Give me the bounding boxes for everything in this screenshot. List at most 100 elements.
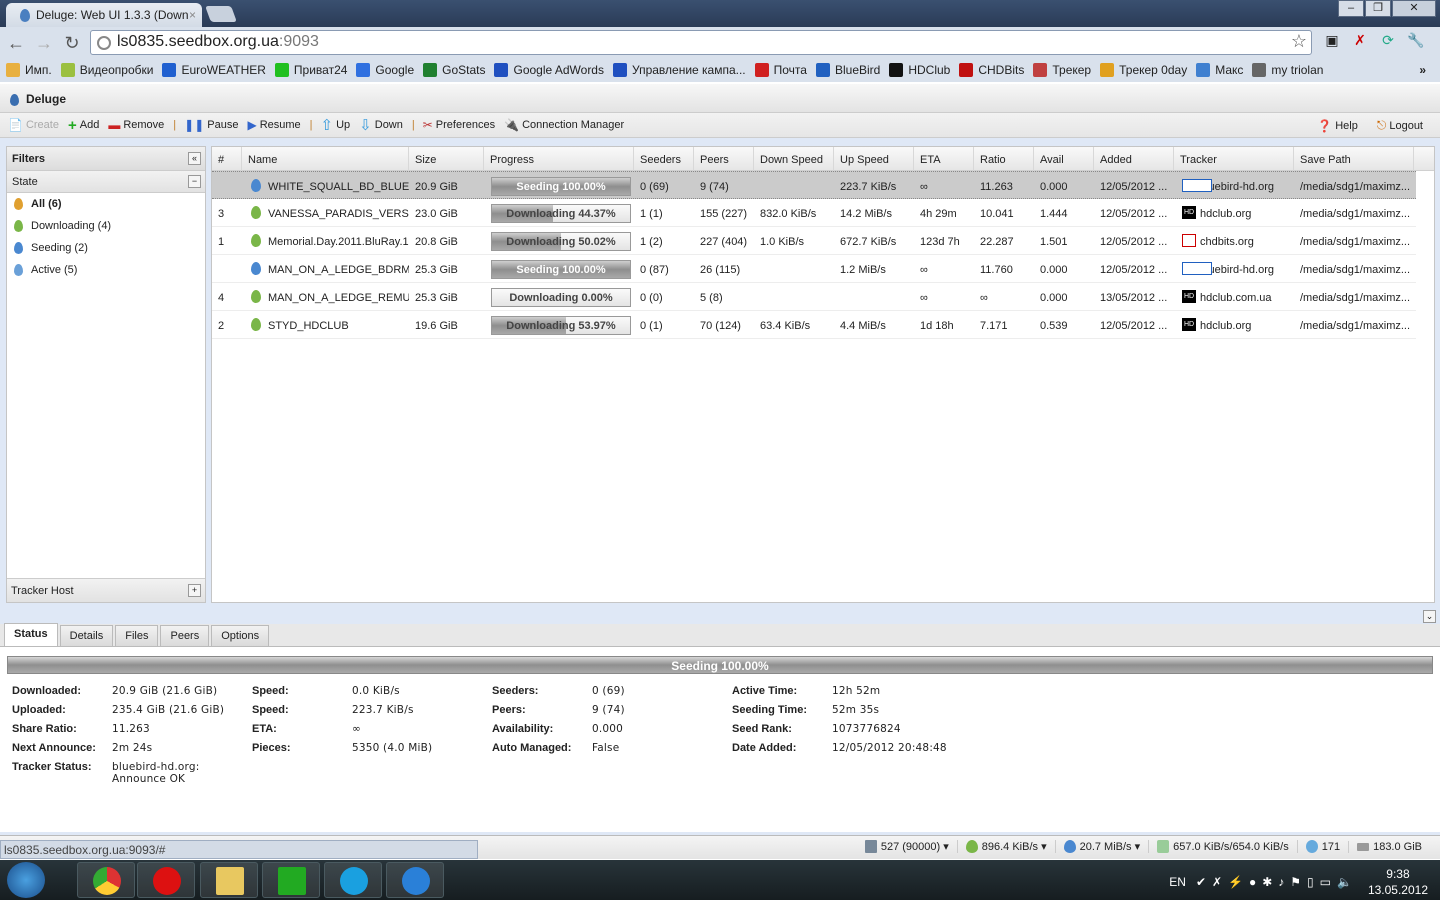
preferences-button[interactable]: ✂ Preferences — [423, 118, 495, 132]
details-tab-status[interactable]: Status — [4, 623, 58, 646]
new-tab-button[interactable] — [205, 6, 237, 22]
bookmark-item[interactable]: GoStats — [423, 63, 485, 77]
clock[interactable]: 9:38 13.05.2012 — [1368, 866, 1428, 898]
bookmark-item[interactable]: Макс — [1196, 63, 1243, 77]
column-header[interactable]: Up Speed — [834, 147, 914, 171]
more-bookmarks-icon[interactable]: » — [1419, 63, 1426, 77]
wrench-icon[interactable]: 🔧 — [1406, 32, 1426, 50]
address-bar[interactable]: ls0835.seedbox.org.ua:9093 ☆ — [90, 30, 1312, 55]
extension-icon[interactable]: ▣ — [1322, 32, 1342, 50]
start-button[interactable] — [7, 862, 45, 898]
collapse-state-button[interactable]: − — [188, 175, 201, 188]
add-button[interactable]: + Add — [68, 117, 99, 134]
extension-icon[interactable]: ✗ — [1350, 32, 1370, 50]
column-header[interactable]: # — [212, 147, 242, 171]
down-button[interactable]: ⇩ Down — [359, 116, 403, 134]
app-title: Deluge — [26, 92, 67, 106]
close-tab-icon[interactable]: × — [189, 8, 196, 22]
details-tab-details[interactable]: Details — [59, 625, 114, 646]
extension-icon[interactable]: ⟳ — [1378, 32, 1398, 50]
download-speed-status[interactable]: 896.4 KiB/s ▾ — [956, 840, 1055, 853]
taskbar-explorer[interactable] — [200, 862, 258, 898]
column-header[interactable]: Save Path — [1294, 147, 1414, 171]
column-header[interactable]: Added — [1094, 147, 1174, 171]
column-header[interactable]: Name — [242, 147, 409, 171]
tray-icons[interactable]: ✔✗⚡●✱♪⚑▯▭🔈 — [1196, 875, 1358, 889]
bookmark-item[interactable]: Имп. — [6, 63, 52, 77]
details-tab-options[interactable]: Options — [211, 625, 270, 646]
collapse-filters-button[interactable]: « — [188, 152, 201, 165]
bookmark-item[interactable]: Почта — [754, 63, 807, 77]
column-header[interactable]: Progress — [484, 147, 634, 171]
bookmark-item[interactable]: CHDBits — [959, 63, 1024, 77]
taskbar-skype[interactable] — [324, 862, 382, 898]
torrent-row[interactable]: WHITE_SQUALL_BD_BLUEBIRD 20.9 GiB 0 (69) 9 … — [212, 171, 1416, 199]
field-label: Peers: — [492, 704, 526, 716]
bookmark-item[interactable]: Управление кампа... — [612, 63, 746, 77]
minimize-button[interactable]: – — [1338, 0, 1364, 17]
browser-tab[interactable]: Deluge: Web UI 1.3.3 (Down × — [6, 3, 202, 27]
taskbar-chrome[interactable] — [77, 862, 135, 898]
column-header[interactable]: Peers — [694, 147, 754, 171]
filter-item[interactable]: Active (5) — [7, 259, 205, 281]
forward-icon[interactable]: → — [33, 33, 55, 54]
torrent-row[interactable]: MAN_ON_A_LEDGE_BDRMX_ 25.3 GiB 0 (87) 26 (1… — [212, 255, 1416, 283]
details-tab-peers[interactable]: Peers — [160, 625, 210, 646]
torrent-row[interactable]: 1 Memorial.Day.2011.BluRay.1080p 20.8 GiB 1… — [212, 227, 1416, 255]
cell-ratio: ∞ — [980, 292, 988, 304]
close-window-button[interactable]: ✕ — [1392, 0, 1436, 17]
field-value: Announce OK — [112, 773, 186, 785]
bookmark-item[interactable]: Google AdWords — [494, 63, 604, 77]
logout-button[interactable]: ⎋ Logout — [1377, 118, 1423, 133]
back-icon[interactable]: ← — [5, 33, 27, 54]
filter-item[interactable]: Seeding (2) — [7, 237, 205, 259]
details-splitter[interactable] — [0, 606, 1440, 625]
bookmark-label: Трекер 0day — [1119, 63, 1188, 77]
bookmark-item[interactable]: EuroWEATHER — [162, 63, 266, 77]
torrent-row[interactable]: 3 VANESSA_PARADIS_VERSAILLES 23.0 GiB 1 (1)… — [212, 199, 1416, 227]
up-button[interactable]: ⇧ Up — [321, 116, 351, 134]
bookmark-star-icon[interactable]: ☆ — [1291, 31, 1307, 52]
progress-text: Downloading 50.02% — [506, 236, 616, 248]
taskbar-utorrent[interactable] — [262, 862, 320, 898]
ie-icon — [402, 867, 430, 895]
column-header[interactable]: Avail — [1034, 147, 1094, 171]
maximize-button[interactable]: ❐ — [1365, 0, 1391, 17]
bookmark-item[interactable]: BlueBird — [815, 63, 880, 77]
reload-icon[interactable]: ↻ — [61, 33, 83, 54]
taskbar-opera[interactable] — [137, 862, 195, 898]
column-header[interactable]: Tracker — [1174, 147, 1294, 171]
taskbar-ie[interactable] — [386, 862, 444, 898]
bookmark-item[interactable]: Приват24 — [274, 63, 347, 77]
upload-speed-status[interactable]: 20.7 MiB/s ▾ — [1054, 840, 1149, 853]
field-value: 2m 24s — [112, 742, 153, 754]
remove-button[interactable]: ▬ Remove — [108, 118, 164, 132]
tracker-host-header[interactable]: Tracker Host + — [7, 578, 205, 602]
cell-tracker: hdclub.org — [1200, 320, 1252, 332]
resume-button[interactable]: ▶ Resume — [247, 118, 300, 132]
bookmark-item[interactable]: my triolan — [1252, 63, 1323, 77]
torrent-row[interactable]: 4 MAN_ON_A_LEDGE_REMUX_ 25.3 GiB 0 (0) 5 (8)… — [212, 283, 1416, 311]
collapse-details-button[interactable]: ⌄ — [1423, 610, 1436, 623]
bookmark-item[interactable]: Google — [356, 63, 414, 77]
details-tab-files[interactable]: Files — [115, 625, 159, 646]
torrent-row[interactable]: 2 STYD_HDCLUB 19.6 GiB 0 (1) 70 (124) 63.4 Ki… — [212, 311, 1416, 339]
bookmark-item[interactable]: Видеопробки — [60, 63, 153, 77]
connections-status[interactable]: 527 (90000) ▾ — [857, 840, 957, 853]
pause-button[interactable]: ❚❚ Pause — [184, 118, 238, 132]
expand-tracker-host-button[interactable]: + — [188, 584, 201, 597]
column-header[interactable]: Ratio — [974, 147, 1034, 171]
connection-manager-button[interactable]: 🔌 Connection Manager — [504, 118, 624, 132]
column-header[interactable]: Down Speed — [754, 147, 834, 171]
bookmark-item[interactable]: Трекер — [1033, 63, 1091, 77]
help-button[interactable]: ❓ Help — [1317, 118, 1358, 133]
filter-item[interactable]: Downloading (4) — [7, 215, 205, 237]
column-header[interactable]: Seeders — [634, 147, 694, 171]
create-button[interactable]: 📄 Create — [8, 118, 59, 132]
bookmark-item[interactable]: HDClub — [889, 63, 950, 77]
bookmark-item[interactable]: Трекер 0day — [1100, 63, 1187, 77]
column-header[interactable]: Size — [409, 147, 484, 171]
filter-item[interactable]: All (6) — [7, 193, 205, 215]
language-indicator[interactable]: EN — [1169, 875, 1186, 889]
column-header[interactable]: ETA — [914, 147, 974, 171]
